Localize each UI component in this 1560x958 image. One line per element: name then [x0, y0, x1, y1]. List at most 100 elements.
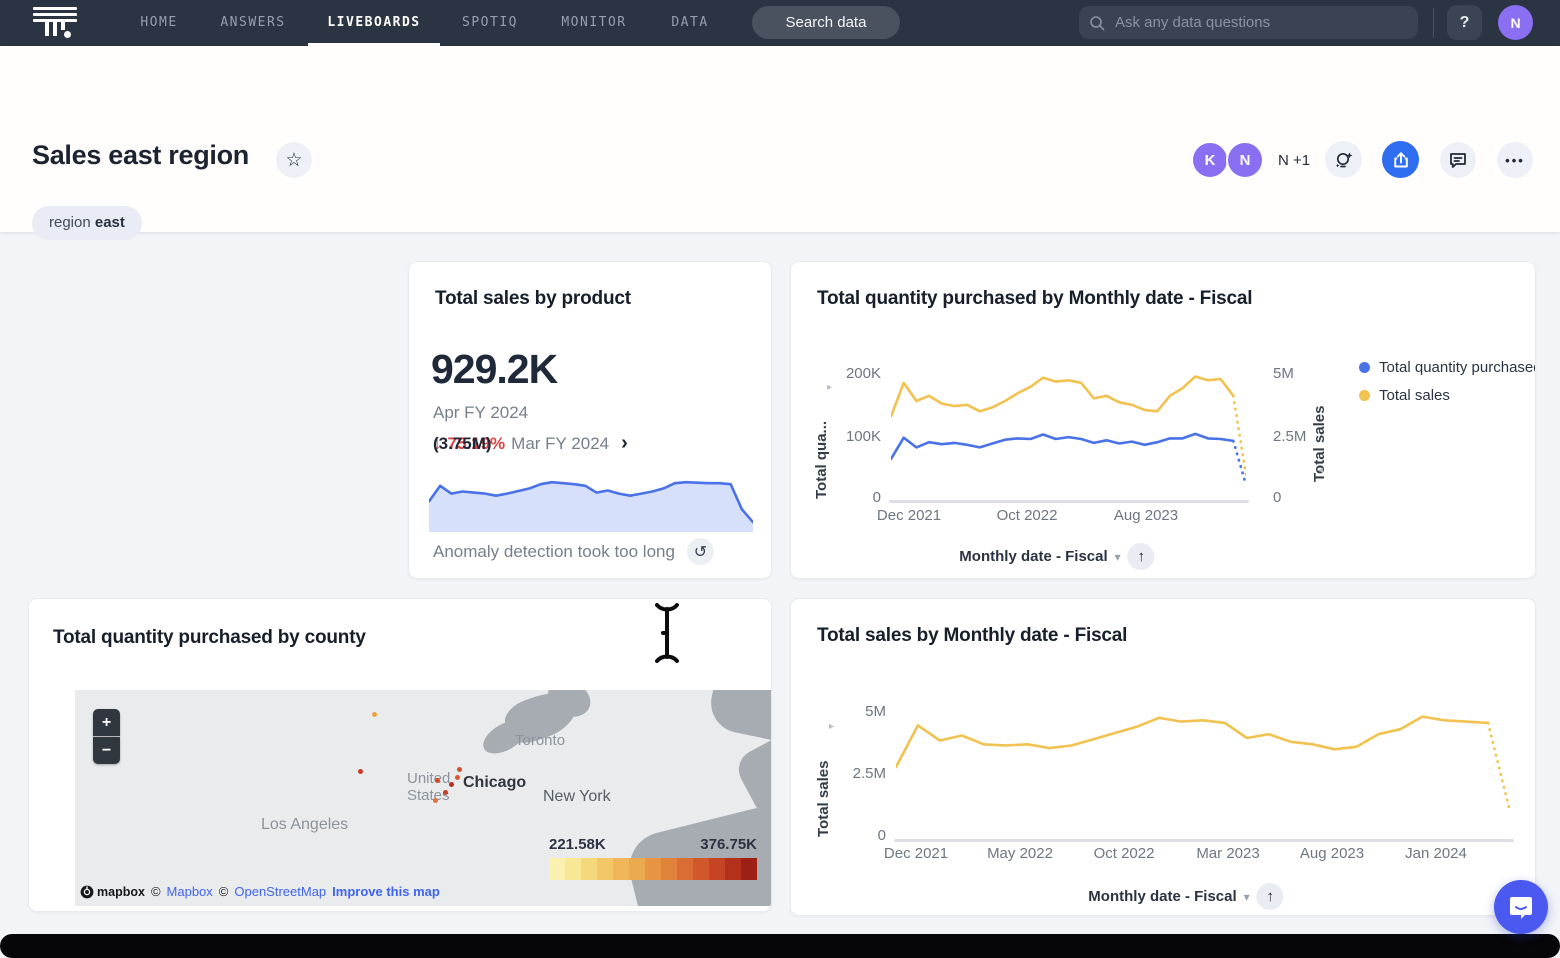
kpi-card-total-sales-by-product: Total sales by product 929.2K Apr FY 202… [408, 261, 772, 579]
x-axis-tick: Mar 2023 [1196, 845, 1259, 862]
caret-down-icon[interactable]: ▾ [1115, 550, 1121, 564]
ai-insights-button[interactable] [1325, 141, 1362, 178]
map-data-point[interactable] [455, 775, 460, 780]
more-options-icon[interactable]: ••• [1497, 142, 1533, 178]
legend-label: Total quantity purchased [1379, 359, 1536, 376]
x-axis-tick: May 2022 [987, 845, 1053, 862]
left-axis-tick: 0 [831, 489, 881, 506]
kpi-value: 929.2K [431, 346, 557, 393]
map-data-point[interactable] [372, 712, 377, 717]
sales-line-chart [896, 705, 1510, 837]
map-label-chicago: Chicago [463, 774, 526, 792]
favorite-star-icon[interactable]: ☆ [276, 142, 312, 178]
map-label-united-states: UnitedStates [407, 770, 450, 804]
collaborator-avatar-n[interactable]: N [1226, 141, 1264, 179]
chat-widget-button[interactable] [1494, 880, 1548, 934]
legend-item-quantity[interactable]: Total quantity purchased [1359, 359, 1536, 376]
x-axis-tick: Jan 2024 [1405, 845, 1467, 862]
map-data-point[interactable] [358, 769, 363, 774]
chevron-right-icon[interactable]: › [621, 432, 628, 455]
map-data-point[interactable] [433, 798, 438, 803]
chat-bubble-icon [1508, 894, 1534, 920]
nav-tab-monitor[interactable]: MONITOR [561, 0, 626, 46]
ask-data-input[interactable] [1113, 13, 1408, 32]
improve-map-link[interactable]: Improve this map [332, 884, 440, 899]
top-nav: HOME ANSWERS LIVEBOARDS SPOTIQ MONITOR D… [0, 0, 1560, 46]
mapbox-logo-icon[interactable]: mapbox [80, 885, 145, 899]
map-label-new-york: New York [543, 788, 611, 806]
nav-tab-spotiq[interactable]: SPOTIQ [462, 0, 518, 46]
caret-down-icon[interactable]: ▾ [1244, 890, 1250, 904]
kpi-anomaly-footer: Anomaly detection took too long ↺ [433, 538, 714, 565]
nav-tab-data[interactable]: DATA [671, 0, 708, 46]
x-axis-tick: Oct 2022 [997, 507, 1058, 524]
kpi-compare-period: Mar FY 2024 [511, 434, 609, 454]
x-axis-tick: Aug 2023 [1300, 845, 1364, 862]
chart-card-quantity-by-month: Total quantity purchased by Monthly date… [790, 261, 1536, 579]
sort-arrow-up-icon[interactable]: ↑ [1257, 883, 1284, 910]
y-axis-tick: 5M [836, 703, 886, 720]
map-zoom-in-button[interactable]: + [93, 709, 120, 736]
x-axis-field-label[interactable]: Monthly date - Fiscal [959, 548, 1107, 565]
kpi-period: Apr FY 2024 [433, 403, 528, 423]
right-axis-tick: 0 [1273, 489, 1281, 506]
axis-scroll-right-icon[interactable]: ▸ [829, 721, 834, 732]
map-label-los-angeles: Los Angeles [261, 816, 348, 834]
chart-title: Total quantity purchased by Monthly date… [817, 288, 1252, 310]
collaborator-avatar-k[interactable]: K [1191, 141, 1229, 179]
kpi-sparkline-chart [429, 474, 753, 532]
nav-tab-home[interactable]: HOME [140, 0, 177, 46]
map-data-point[interactable] [435, 778, 440, 783]
left-axis-tick: 200K [831, 365, 881, 382]
text-cursor-icon [650, 600, 684, 666]
ask-data-searchbar[interactable] [1079, 6, 1418, 39]
mapbox-link[interactable]: Mapbox [167, 884, 213, 899]
axis-scroll-right-icon[interactable]: ▸ [827, 382, 832, 393]
ocean-shape [706, 690, 772, 745]
help-button[interactable]: ? [1447, 5, 1482, 40]
x-axis-field-label[interactable]: Monthly date - Fiscal [1088, 888, 1236, 905]
x-axis-tick: Aug 2023 [1114, 507, 1178, 524]
axis-scroll-left-icon[interactable]: ◂ [1318, 465, 1323, 476]
x-axis-field-control: Monthly date - Fiscal ▾ ↑ [1088, 883, 1283, 910]
sort-arrow-up-icon[interactable]: ↑ [1128, 543, 1155, 570]
kpi-change-abs: (3.75M) [433, 434, 492, 454]
comments-button[interactable] [1440, 142, 1476, 178]
y-axis-tick: 2.5M [836, 765, 886, 782]
nav-tab-answers[interactable]: ANSWERS [220, 0, 285, 46]
search-data-button[interactable]: Search data [752, 6, 900, 39]
lightbulb-sparkle-icon [1333, 149, 1355, 171]
collaborator-overflow-label[interactable]: N +1 [1278, 152, 1310, 169]
x-axis-tick: Oct 2022 [1094, 845, 1155, 862]
map-data-point[interactable] [443, 790, 448, 795]
legend-label: Total sales [1379, 387, 1450, 404]
nav-tab-liveboards[interactable]: LIVEBOARDS [327, 0, 420, 46]
map-canvas[interactable]: + − Toronto UnitedStates Chicago New Yor… [75, 690, 772, 906]
openstreetmap-link[interactable]: OpenStreetMap [234, 884, 326, 899]
dual-line-chart [891, 366, 1246, 501]
kpi-card-title: Total sales by product [435, 288, 631, 310]
map-legend-min: 221.58K [549, 836, 606, 853]
page-title: Sales east region [32, 140, 249, 171]
map-data-point[interactable] [449, 782, 454, 787]
map-card-title: Total quantity purchased by county [53, 627, 366, 649]
y-axis-tick: 0 [836, 827, 886, 844]
x-axis-line [889, 500, 1249, 503]
left-axis-tick: 100K [831, 428, 881, 445]
retry-refresh-icon[interactable]: ↺ [687, 538, 714, 565]
share-icon [1391, 150, 1411, 170]
right-axis-tick: 2.5M [1273, 428, 1306, 445]
legend-dot-blue [1359, 362, 1370, 373]
filter-chip-region[interactable]: region east [32, 206, 142, 240]
nav-divider [1433, 8, 1434, 38]
share-button[interactable] [1382, 141, 1419, 178]
map-attribution: mapbox © Mapbox © OpenStreetMap Improve … [80, 884, 440, 899]
thoughtspot-logo-icon[interactable] [33, 7, 79, 40]
map-zoom-out-button[interactable]: − [93, 737, 120, 764]
map-data-point[interactable] [457, 767, 462, 772]
legend-item-sales[interactable]: Total sales [1359, 387, 1450, 404]
kpi-anomaly-text: Anomaly detection took too long [433, 542, 675, 562]
map-color-scale [549, 858, 757, 880]
user-avatar[interactable]: N [1498, 5, 1533, 40]
map-label-toronto: Toronto [515, 732, 565, 749]
